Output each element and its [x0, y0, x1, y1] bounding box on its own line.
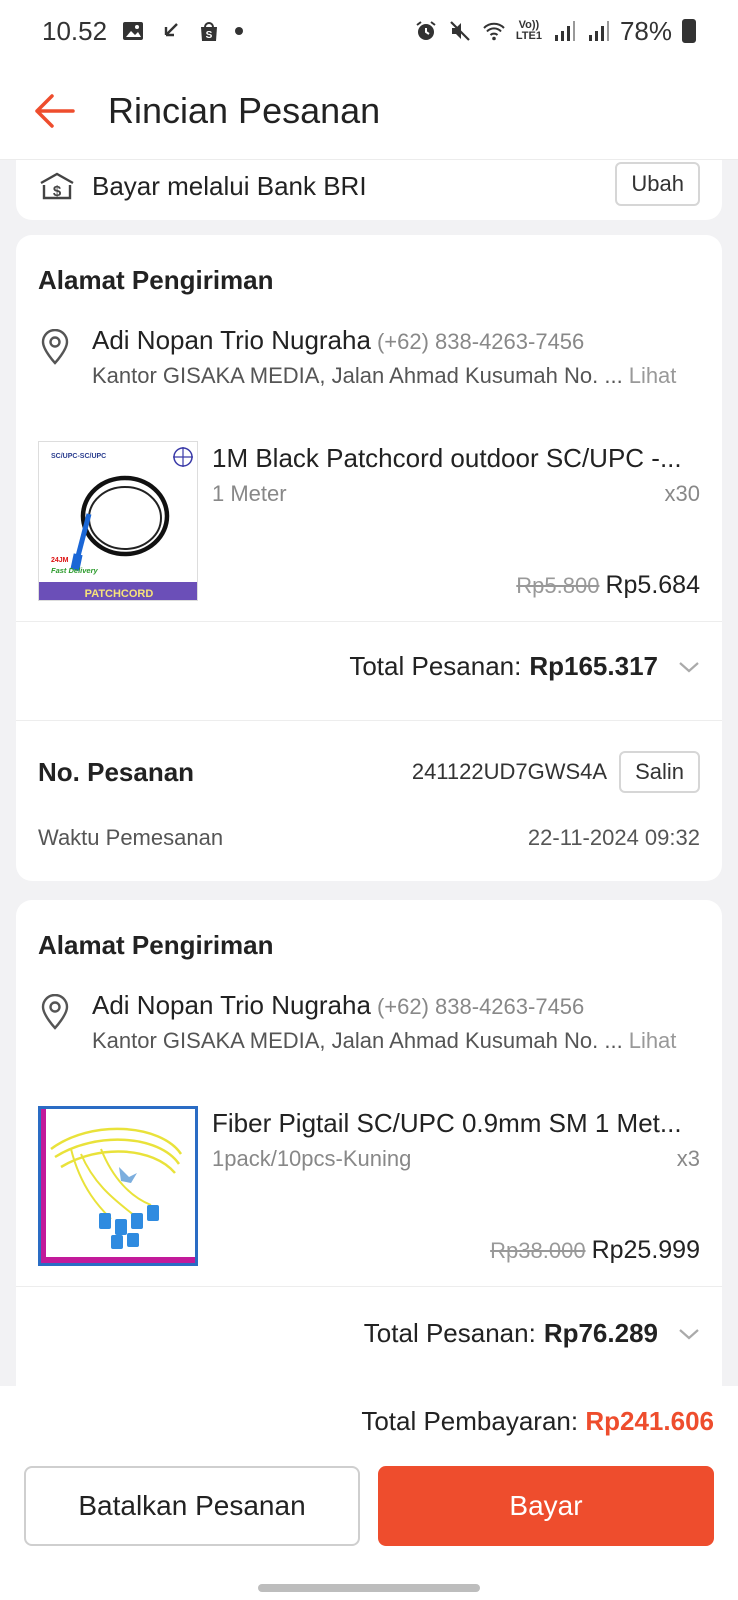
payment-method-text: Bayar melalui Bank BRI: [92, 170, 367, 201]
thumb-banner-text: PATCHCORD: [85, 588, 154, 600]
location-pin-icon: [41, 329, 69, 365]
signal-icon: [554, 21, 575, 41]
product-name: Fiber Pigtail SC/UPC 0.9mm SM 1 Met...: [212, 1108, 682, 1138]
back-arrow-icon: [35, 93, 75, 128]
notification-dot-icon: [235, 27, 244, 35]
order-card-2: Alamat Pengiriman Adi Nopan Trio Nugraha…: [16, 900, 722, 1386]
chevron-down-icon: [679, 661, 699, 672]
status-time: 10.52: [42, 15, 108, 46]
payment-method-card: $ Bayar melalui Bank BRI Ubah: [16, 160, 722, 220]
shipping-address-title: Alamat Pengiriman: [38, 265, 274, 295]
order-total-toggle[interactable]: Total Pesanan: Rp76.289: [364, 1318, 700, 1349]
divider: [16, 1286, 722, 1287]
status-bar: 10.52 S Vo)) LTE1 78%: [0, 0, 738, 62]
divider: [16, 621, 722, 622]
product-price: Rp5.800 Rp5.684: [516, 571, 700, 600]
shopee-icon: S: [201, 22, 218, 41]
divider: [16, 720, 722, 721]
product-variant: 1pack/10pcs-Kuning: [212, 1146, 412, 1171]
recipient-name: Adi Nopan Trio Nugraha: [92, 325, 371, 355]
app-bar: Rincian Pesanan: [0, 62, 738, 160]
alarm-icon: [416, 21, 436, 40]
shipping-address[interactable]: Adi Nopan Trio Nugraha (+62) 838-4263-745…: [38, 325, 700, 388]
product-variant: 1 Meter: [212, 481, 287, 506]
order-time-row: Waktu Pemesanan 22-11-2024 09:32: [38, 825, 700, 851]
order-card-1: Alamat Pengiriman Adi Nopan Trio Nugraha…: [16, 235, 722, 881]
order-total-amount: Rp76.289: [543, 1318, 658, 1348]
original-price: Rp38.000: [490, 1238, 586, 1263]
shipping-address[interactable]: Adi Nopan Trio Nugraha (+62) 838-4263-745…: [38, 990, 700, 1053]
product-quantity: x30: [664, 481, 700, 506]
svg-text:S: S: [206, 30, 213, 41]
order-total-label: Total Pesanan:: [363, 1318, 536, 1348]
signal-2-icon: [588, 21, 609, 41]
address-text: Kantor GISAKA MEDIA, Jalan Ahmad Kusumah…: [92, 363, 623, 388]
svg-text:24JM: 24JM: [51, 557, 69, 564]
wifi-icon: [483, 22, 505, 41]
grand-total-amount: Rp241.606: [585, 1406, 714, 1436]
original-price: Rp5.800: [516, 573, 600, 598]
product-quantity: x3: [676, 1146, 700, 1171]
grand-total-label: Total Pembayaran:: [361, 1406, 579, 1436]
recipient-phone: (+62) 838-4263-7456: [376, 329, 585, 354]
thumb-tag-text: Fast Delivery: [51, 566, 99, 575]
address-text: Kantor GISAKA MEDIA, Jalan Ahmad Kusumah…: [92, 1028, 623, 1053]
shipping-address-title: Alamat Pengiriman: [38, 930, 274, 960]
volte-indicator: Vo)) LTE1: [515, 19, 542, 42]
view-address-link[interactable]: Lihat: [629, 1028, 677, 1054]
product-name: 1M Black Patchcord outdoor SC/UPC -...: [212, 443, 682, 473]
order-total-toggle[interactable]: Total Pesanan: Rp165.317: [349, 651, 700, 682]
gallery-icon: [123, 22, 144, 40]
recipient-phone: (+62) 838-4263-7456: [376, 994, 585, 1019]
order-detail-scroll[interactable]: $ Bayar melalui Bank BRI Ubah Alamat Pen…: [0, 160, 738, 1386]
svg-text:$: $: [53, 183, 62, 200]
product-image-patchcord: SC/UPC-SC/UPC 24JM Fast Delivery PATCHCO…: [38, 441, 198, 601]
order-number-label: No. Pesanan: [38, 756, 195, 787]
payment-footer: Total Pembayaran: Rp241.606 Batalkan Pes…: [0, 1386, 738, 1600]
product-image-pigtail: [38, 1106, 198, 1266]
discounted-price: Rp5.684: [605, 571, 700, 599]
missed-call-icon: [164, 23, 178, 37]
view-address-link[interactable]: Lihat: [629, 363, 677, 389]
change-payment-button[interactable]: Ubah: [615, 162, 700, 206]
home-indicator[interactable]: [258, 1584, 480, 1592]
order-total-amount: Rp165.317: [529, 651, 658, 681]
battery-icon: [682, 19, 696, 43]
recipient-name: Adi Nopan Trio Nugraha: [92, 990, 371, 1020]
order-product[interactable]: SC/UPC-SC/UPC 24JM Fast Delivery PATCHCO…: [38, 441, 700, 601]
order-time-value: 22-11-2024 09:32: [527, 825, 700, 850]
cancel-order-button[interactable]: Batalkan Pesanan: [24, 1466, 360, 1546]
discounted-price: Rp25.999: [591, 1236, 700, 1264]
pay-button[interactable]: Bayar: [378, 1466, 714, 1546]
order-total-label: Total Pesanan:: [349, 651, 522, 681]
page-title: Rincian Pesanan: [108, 89, 381, 131]
battery-percent: 78%: [619, 15, 672, 46]
thumb-top-text: SC/UPC-SC/UPC: [51, 453, 106, 460]
grand-total: Total Pembayaran: Rp241.606: [361, 1406, 714, 1437]
mute-icon: [450, 21, 470, 41]
location-pin-icon: [41, 994, 69, 1030]
chevron-down-icon: [679, 1328, 699, 1339]
bank-icon: $: [40, 172, 74, 200]
back-button[interactable]: [0, 62, 108, 160]
order-number-row: No. Pesanan 241122UD7GWS4A Salin: [38, 751, 700, 793]
order-number-value: 241122UD7GWS4A: [411, 759, 608, 784]
order-product[interactable]: Fiber Pigtail SC/UPC 0.9mm SM 1 Met... 1…: [38, 1106, 700, 1266]
product-price: Rp38.000 Rp25.999: [490, 1236, 700, 1265]
order-time-label: Waktu Pemesanan: [38, 825, 224, 850]
copy-order-number-button[interactable]: Salin: [619, 751, 700, 793]
